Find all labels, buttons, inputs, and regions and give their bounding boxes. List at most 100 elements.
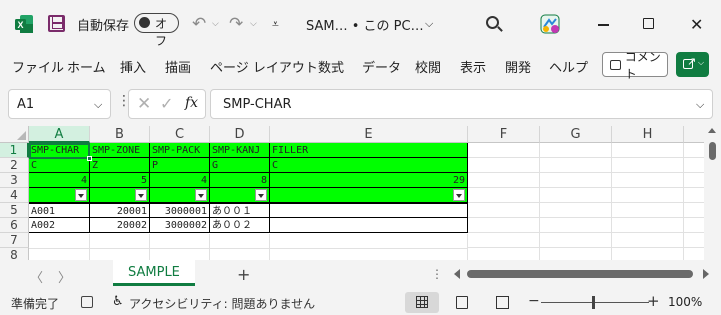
tab-split-handle-icon[interactable]: ⋮ bbox=[431, 267, 443, 281]
column-header-d[interactable]: D bbox=[210, 126, 270, 143]
scroll-up-icon[interactable] bbox=[708, 128, 716, 133]
cell-d4[interactable] bbox=[210, 188, 270, 203]
cell-d5[interactable]: あ００１ bbox=[210, 203, 270, 218]
cell-d3[interactable]: 8 bbox=[210, 173, 270, 188]
copilot-icon[interactable] bbox=[538, 12, 562, 36]
tab-home[interactable]: ホーム bbox=[67, 57, 106, 76]
filter-dropdown-icon[interactable] bbox=[195, 189, 207, 201]
formula-input[interactable]: SMP-CHAR ⌵ bbox=[210, 89, 713, 119]
share-button[interactable]: ↗ ⌵ bbox=[676, 52, 709, 77]
cancel-icon[interactable]: ✕ bbox=[137, 94, 151, 114]
horizontal-scroll-thumb[interactable] bbox=[467, 270, 693, 278]
autosave-toggle[interactable]: オフ bbox=[134, 13, 179, 48]
doc-title-chevron-icon[interactable]: ⌵ bbox=[425, 12, 433, 36]
vertical-scrollbar[interactable] bbox=[704, 126, 721, 260]
row-header-7[interactable]: 7 bbox=[0, 233, 29, 248]
tab-formulas[interactable]: 数式 bbox=[318, 57, 344, 76]
scroll-right-icon[interactable] bbox=[703, 269, 709, 279]
cell-e4[interactable] bbox=[270, 188, 468, 203]
vertical-scroll-thumb[interactable] bbox=[709, 142, 716, 160]
row-header-2[interactable]: 2 bbox=[0, 158, 29, 173]
customize-qat-icon[interactable]: ⩡ bbox=[272, 12, 279, 36]
zoom-slider-thumb[interactable] bbox=[592, 296, 595, 309]
tab-insert[interactable]: 挿入 bbox=[120, 57, 146, 76]
filter-dropdown-icon[interactable] bbox=[255, 189, 267, 201]
row-header-8[interactable]: 8 bbox=[0, 248, 29, 260]
expand-formula-bar-icon[interactable]: ⌵ bbox=[696, 98, 704, 112]
cell-a2[interactable]: C bbox=[29, 158, 90, 173]
minimize-icon[interactable] bbox=[598, 12, 610, 36]
cell-c3[interactable]: 4 bbox=[150, 173, 210, 188]
close-icon[interactable]: ✕ bbox=[690, 12, 703, 36]
filter-dropdown-icon[interactable] bbox=[453, 189, 465, 201]
zoom-in-icon[interactable]: + bbox=[647, 292, 660, 310]
zoom-out-icon[interactable]: − bbox=[528, 293, 540, 309]
cell-a6[interactable]: A002 bbox=[29, 218, 90, 233]
name-box-chevron-icon[interactable]: ⌵ bbox=[94, 98, 102, 112]
tab-review[interactable]: 校閲 bbox=[415, 57, 441, 76]
page-layout-view-icon[interactable] bbox=[456, 296, 468, 309]
maximize-icon[interactable] bbox=[643, 18, 654, 29]
next-sheet-icon[interactable]: 〉 bbox=[58, 267, 71, 286]
page-break-preview-icon[interactable] bbox=[496, 296, 509, 309]
prev-sheet-icon[interactable]: 〈 bbox=[30, 267, 43, 286]
cell-b1[interactable]: SMP-ZONE bbox=[90, 143, 150, 158]
row-header-3[interactable]: 3 bbox=[0, 173, 29, 188]
cell-e1[interactable]: FILLER bbox=[270, 143, 468, 158]
cell-a3[interactable]: 4 bbox=[29, 173, 90, 188]
cell-c1[interactable]: SMP-PACK bbox=[150, 143, 210, 158]
cell-c2[interactable]: P bbox=[150, 158, 210, 173]
column-header-h[interactable]: H bbox=[612, 126, 684, 143]
cell-d2[interactable]: G bbox=[210, 158, 270, 173]
row-header-5[interactable]: 5 bbox=[0, 203, 29, 218]
filter-dropdown-icon[interactable] bbox=[135, 189, 147, 201]
insert-function-icon[interactable]: fx bbox=[185, 95, 198, 111]
cell-mode-icon[interactable] bbox=[81, 296, 93, 308]
tab-data[interactable]: データ bbox=[362, 57, 401, 76]
save-icon[interactable] bbox=[48, 15, 65, 32]
enter-icon[interactable]: ✓ bbox=[160, 94, 173, 113]
column-header-a[interactable]: A bbox=[29, 126, 90, 143]
name-box[interactable]: A1 ⌵ bbox=[8, 89, 111, 119]
cell-b5[interactable]: 20001 bbox=[90, 203, 150, 218]
column-header-e[interactable]: E bbox=[270, 126, 468, 143]
cell-a5[interactable]: A001 bbox=[29, 203, 90, 218]
undo-icon[interactable]: ↶ bbox=[192, 12, 206, 36]
redo-icon[interactable]: ↷ bbox=[229, 12, 243, 36]
normal-view-button[interactable] bbox=[405, 292, 439, 313]
sheet-tab-sample[interactable]: SAMPLE bbox=[113, 260, 195, 286]
empty-cells-area[interactable] bbox=[468, 143, 704, 260]
tab-developer[interactable]: 開発 bbox=[505, 57, 531, 76]
tab-help[interactable]: ヘルプ bbox=[549, 57, 588, 76]
column-header-f[interactable]: F bbox=[468, 126, 540, 143]
comment-button[interactable]: コメント bbox=[602, 50, 668, 81]
undo-dropdown-icon[interactable]: ⌵ bbox=[212, 12, 219, 36]
cell-c5[interactable]: 3000001 bbox=[150, 203, 210, 218]
zoom-slider[interactable] bbox=[541, 302, 649, 303]
cell-b6[interactable]: 20002 bbox=[90, 218, 150, 233]
cell-b2[interactable]: Z bbox=[90, 158, 150, 173]
zoom-level[interactable]: 100% bbox=[668, 295, 702, 309]
cell-e5[interactable] bbox=[270, 203, 468, 218]
column-header-b[interactable]: B bbox=[90, 126, 150, 143]
cell-c4[interactable] bbox=[150, 188, 210, 203]
column-header-i[interactable] bbox=[684, 126, 704, 143]
cell-e3[interactable]: 29 bbox=[270, 173, 468, 188]
tab-view[interactable]: 表示 bbox=[460, 57, 486, 76]
cell-b3[interactable]: 5 bbox=[90, 173, 150, 188]
scroll-left-icon[interactable] bbox=[454, 269, 460, 279]
accessibility-status[interactable]: アクセシビリティ: 問題ありません bbox=[129, 295, 315, 312]
column-header-c[interactable]: C bbox=[150, 126, 210, 143]
document-title[interactable]: SAM… • この PC… bbox=[306, 12, 424, 36]
select-all-button[interactable] bbox=[0, 126, 29, 143]
tab-file[interactable]: ファイル bbox=[12, 57, 64, 76]
column-header-g[interactable]: G bbox=[540, 126, 612, 143]
cell-b4[interactable] bbox=[90, 188, 150, 203]
tab-draw[interactable]: 描画 bbox=[165, 57, 191, 76]
search-icon[interactable] bbox=[486, 16, 499, 29]
add-sheet-button[interactable]: + bbox=[237, 265, 250, 284]
cell-e2[interactable]: C bbox=[270, 158, 468, 173]
empty-rows-area[interactable] bbox=[29, 234, 468, 260]
cell-e6[interactable] bbox=[270, 218, 468, 233]
cell-d1[interactable]: SMP-KANJ bbox=[210, 143, 270, 158]
